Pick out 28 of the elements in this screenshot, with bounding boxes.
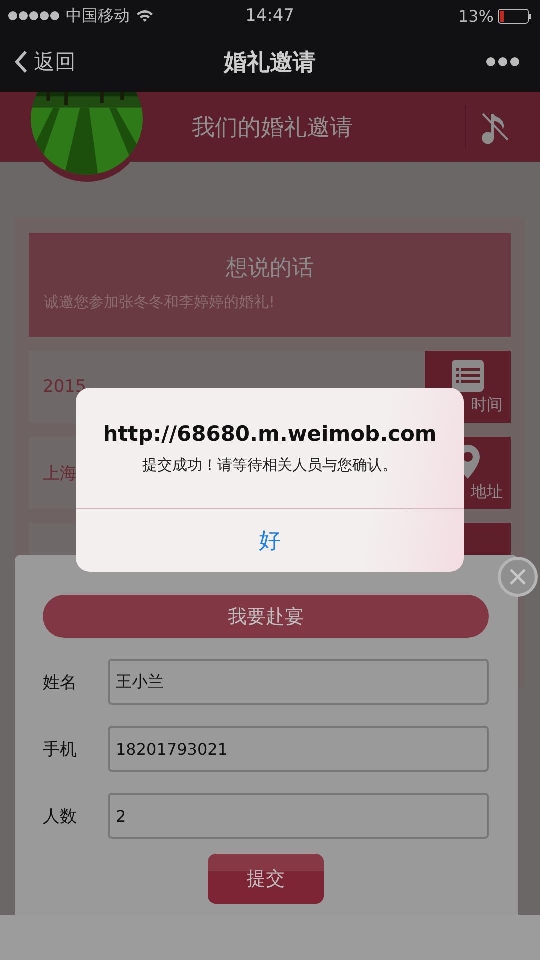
submit-button[interactable]: 提交 — [208, 854, 324, 904]
list-icon — [451, 358, 485, 392]
input-field[interactable]: 18201793021 — [108, 726, 489, 772]
message-title: 想说的话 — [226, 255, 314, 283]
more-icon[interactable] — [486, 57, 520, 67]
wifi-icon — [136, 9, 154, 23]
clock-time: 14:47 — [246, 6, 294, 26]
alert-message: 提交成功！请等待相关人员与您确认。 — [142, 456, 398, 474]
attend-button[interactable]: 我要赴宴 — [43, 595, 489, 638]
carrier-name: 中国移动 — [66, 6, 130, 26]
battery-icon — [498, 8, 532, 24]
ok-button[interactable]: 好 — [76, 509, 464, 572]
page-title: 婚礼邀请 — [224, 48, 316, 78]
info-label: 时间 — [471, 394, 504, 416]
invitation-title: 我们的婚礼邀请 — [192, 114, 353, 142]
close-icon[interactable] — [498, 557, 538, 597]
input-field[interactable]: 2 — [108, 793, 489, 839]
signal-icon — [8, 11, 60, 21]
back-button[interactable]: 返回 — [14, 48, 76, 76]
back-chevron-icon — [14, 50, 28, 74]
field-label: 手机 — [43, 738, 78, 760]
battery-percent: 13% — [458, 6, 494, 26]
info-value: 2015 — [42, 377, 86, 397]
input-field[interactable]: 王小兰 — [108, 659, 489, 705]
field-label: 人数 — [43, 806, 78, 828]
info-label: 地址 — [471, 482, 504, 502]
field-label: 姓名 — [43, 672, 78, 694]
info-value: 上海 — [42, 462, 77, 484]
